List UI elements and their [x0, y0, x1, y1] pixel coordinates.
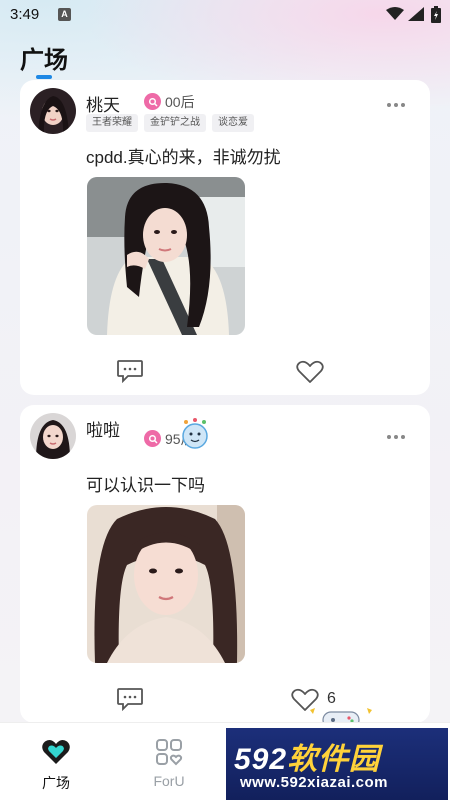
post-card[interactable]: 啦啦 95后 可以认识一下吗 6 — [20, 405, 430, 723]
notification-icon: A — [58, 8, 71, 21]
watermark-url: www.592xiazai.com — [240, 774, 389, 791]
tab-foru[interactable]: ForU — [129, 723, 209, 800]
watermark-logo-number: 592 — [234, 743, 288, 776]
mascot-badge-icon — [182, 418, 208, 449]
tag: 谈恋爱 — [212, 114, 254, 132]
heart-chat-icon — [42, 739, 70, 764]
signal-icon — [408, 7, 424, 21]
post-text: 可以认识一下吗 — [86, 476, 205, 495]
comment-icon[interactable] — [116, 687, 144, 711]
username[interactable]: 啦啦 — [86, 416, 120, 441]
post-photo[interactable] — [87, 505, 245, 663]
page-title: 广场 — [20, 47, 68, 74]
avatar[interactable] — [30, 413, 76, 459]
watermark-banner: 592软件园 www.592xiazai.com — [226, 728, 448, 800]
tag: 王者荣耀 — [86, 114, 138, 132]
age-label: 00后 — [165, 94, 195, 110]
battery-icon — [431, 6, 441, 23]
grid-heart-icon — [156, 739, 183, 766]
post-photo[interactable] — [87, 177, 245, 335]
more-options-icon[interactable] — [386, 102, 406, 108]
avatar[interactable] — [30, 88, 76, 134]
interest-tags: 王者荣耀 金铲铲之战 谈恋爱 — [86, 114, 254, 132]
status-bar: 3:49 A — [0, 0, 450, 30]
username[interactable]: 桃天 — [86, 91, 120, 116]
tab-label: ForU — [153, 773, 185, 789]
watermark-logo: 592软件园 — [234, 734, 380, 778]
heart-icon[interactable] — [296, 360, 324, 384]
tab-plaza[interactable]: 广场 — [16, 723, 96, 800]
post-text: cpdd.真心的来，非诚勿扰 — [86, 148, 281, 167]
female-badge-icon — [144, 93, 161, 110]
tab-label: 广场 — [42, 775, 70, 791]
female-badge-icon — [144, 430, 161, 447]
more-options-icon[interactable] — [386, 434, 406, 440]
wifi-icon — [386, 7, 404, 20]
comment-icon[interactable] — [116, 359, 144, 383]
watermark-logo-text: 软件园 — [287, 743, 381, 776]
tag: 金铲铲之战 — [144, 114, 206, 132]
post-card[interactable]: 桃天 00后 王者荣耀 金铲铲之战 谈恋爱 cpdd.真心的来，非诚勿扰 — [20, 80, 430, 395]
title-underline — [36, 75, 52, 79]
status-time: 3:49 — [10, 6, 40, 23]
